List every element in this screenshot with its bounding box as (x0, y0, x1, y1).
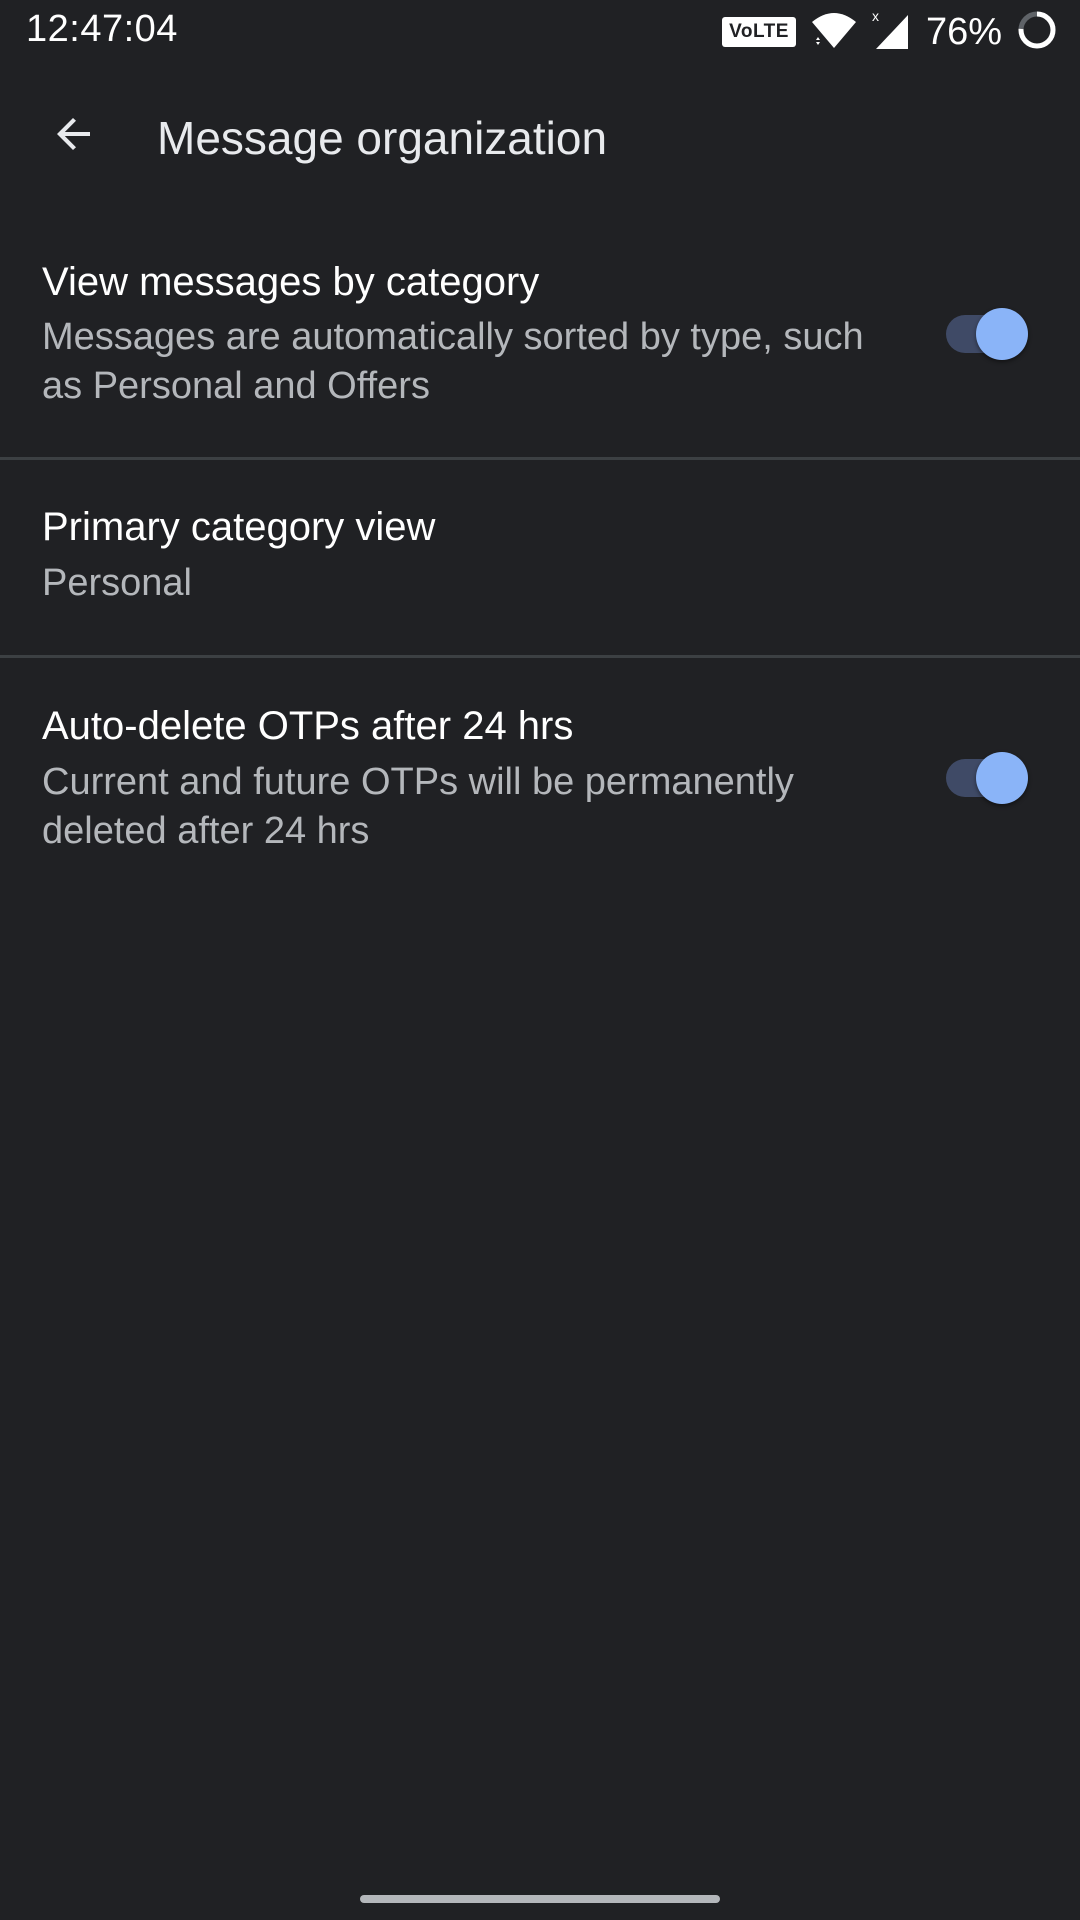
setting-auto-delete-otps[interactable]: Auto-delete OTPs after 24 hrs Current an… (0, 658, 1080, 888)
battery-ring-icon (1016, 9, 1058, 56)
arrow-back-icon (50, 110, 98, 163)
gesture-nav-handle[interactable] (360, 1895, 720, 1903)
app-bar: Message organization (0, 64, 1080, 210)
volte-badge: VoLTE (722, 17, 796, 47)
toggle-thumb (976, 308, 1028, 360)
setting-view-by-category[interactable]: View messages by category Messages are a… (0, 240, 1080, 457)
back-button[interactable] (26, 88, 122, 184)
svg-text:x: x (872, 9, 879, 24)
setting-title: Primary category view (42, 505, 436, 549)
status-icons: VoLTE x 76% (722, 8, 1058, 56)
setting-title: Auto-delete OTPs after 24 hrs (42, 704, 574, 748)
auto-delete-otps-toggle[interactable] (944, 750, 1030, 806)
setting-summary: Messages are automatically sorted by typ… (42, 316, 864, 407)
status-bar: 12:47:04 VoLTE x 76% (0, 0, 1080, 64)
screen: 12:47:04 VoLTE x 76% Message organizatio… (0, 0, 1080, 1920)
page-title: Message organization (157, 112, 608, 164)
status-time: 12:47:04 (26, 8, 178, 50)
wifi-icon (810, 10, 858, 55)
view-by-category-toggle[interactable] (944, 306, 1030, 362)
battery-percent: 76% (925, 10, 1002, 53)
setting-primary-category-view[interactable]: Primary category view Personal (0, 460, 1080, 656)
cellular-signal-icon: x (872, 8, 912, 56)
setting-summary: Personal (42, 562, 192, 604)
setting-summary: Current and future OTPs will be permanen… (42, 761, 794, 852)
toggle-thumb (976, 752, 1028, 804)
setting-title: View messages by category (42, 260, 540, 304)
